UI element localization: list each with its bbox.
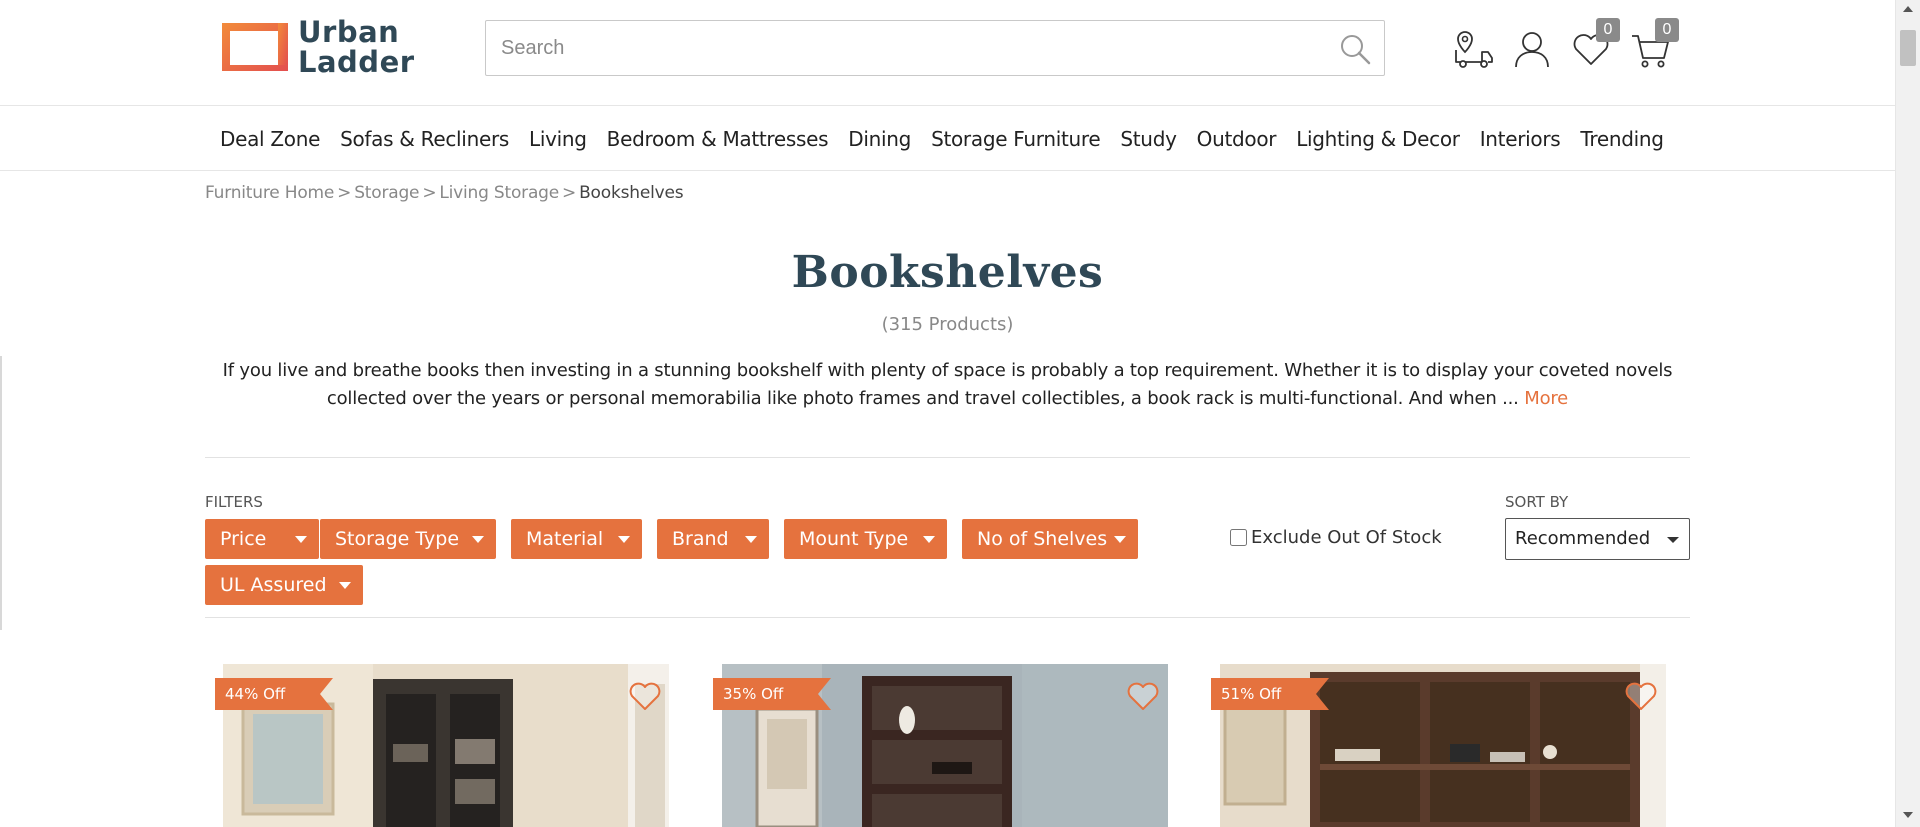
caret-down-icon bbox=[1114, 536, 1126, 543]
caret-down-icon bbox=[745, 536, 757, 543]
nav-item-deal-zone[interactable]: Deal Zone bbox=[220, 127, 320, 151]
wishlist-button[interactable]: 0 bbox=[1570, 18, 1620, 70]
breadcrumb-link-storage[interactable]: Storage bbox=[354, 183, 419, 203]
caret-down-icon bbox=[1667, 537, 1679, 543]
breadcrumb-separator: > bbox=[562, 183, 577, 203]
filter-mount-type[interactable]: Mount Type bbox=[784, 519, 947, 559]
filter-storage-type-label: Storage Type bbox=[335, 528, 460, 550]
search-icon[interactable] bbox=[1338, 32, 1372, 66]
nav-item-outdoor[interactable]: Outdoor bbox=[1197, 127, 1277, 151]
nav-list: Deal Zone Sofas & Recliners Living Bedro… bbox=[220, 107, 1684, 171]
filter-storage-type[interactable]: Storage Type bbox=[320, 519, 496, 559]
logo-text: Urban Ladder bbox=[298, 17, 415, 77]
cart-count-badge: 0 bbox=[1655, 18, 1679, 42]
caret-down-icon bbox=[339, 582, 351, 589]
exclude-out-of-stock-toggle[interactable]: Exclude Out Of Stock bbox=[1230, 527, 1442, 548]
nav-item-bedroom-mattresses[interactable]: Bedroom & Mattresses bbox=[607, 127, 829, 151]
cart-button[interactable]: 0 bbox=[1629, 18, 1679, 70]
breadcrumb-link-living-storage[interactable]: Living Storage bbox=[439, 183, 559, 203]
nav-item-trending[interactable]: Trending bbox=[1580, 127, 1664, 151]
nav-item-interiors[interactable]: Interiors bbox=[1480, 127, 1561, 151]
exclude-out-of-stock-checkbox[interactable] bbox=[1230, 529, 1247, 546]
discount-badge: 44% Off bbox=[215, 678, 335, 716]
nav-item-sofas-recliners[interactable]: Sofas & Recliners bbox=[340, 127, 509, 151]
discount-badge: 35% Off bbox=[713, 678, 833, 710]
filters-label: FILTERS bbox=[205, 493, 263, 511]
filter-brand-label: Brand bbox=[672, 528, 729, 550]
filter-price[interactable]: Price bbox=[205, 519, 319, 559]
discount-badge: 51% Off bbox=[1211, 678, 1331, 710]
caret-down-icon bbox=[618, 536, 630, 543]
page-title: Bookshelves bbox=[791, 247, 1104, 298]
sort-label: SORT BY bbox=[1505, 493, 1569, 511]
site-header: Urban Ladder 0 0 bbox=[0, 0, 1895, 106]
filter-material-label: Material bbox=[526, 528, 604, 550]
discount-label: 35% Off bbox=[723, 685, 784, 703]
filter-material[interactable]: Material bbox=[511, 519, 642, 559]
filter-no-of-shelves[interactable]: No of Shelves bbox=[962, 519, 1138, 559]
page-scrollbar[interactable] bbox=[1895, 0, 1920, 827]
urban-ladder-logo[interactable]: Urban Ladder bbox=[220, 17, 420, 77]
scroll-down-arrow-icon[interactable] bbox=[1903, 812, 1913, 818]
read-more-link[interactable]: More bbox=[1524, 388, 1568, 409]
wishlist-heart-icon[interactable] bbox=[1624, 680, 1658, 712]
filter-no-of-shelves-label: No of Shelves bbox=[977, 528, 1108, 550]
nav-item-lighting-decor[interactable]: Lighting & Decor bbox=[1296, 127, 1460, 151]
filter-mount-type-label: Mount Type bbox=[799, 528, 909, 550]
filter-brand[interactable]: Brand bbox=[657, 519, 769, 559]
filter-ul-assured-label: UL Assured bbox=[220, 574, 327, 596]
nav-item-storage-furniture[interactable]: Storage Furniture bbox=[931, 127, 1101, 151]
logo-line-2: Ladder bbox=[298, 45, 415, 79]
category-description: If you live and breathe books then inves… bbox=[215, 357, 1680, 413]
caret-down-icon bbox=[472, 536, 484, 543]
wishlist-count-badge: 0 bbox=[1596, 18, 1620, 42]
divider bbox=[205, 457, 1690, 458]
breadcrumb: Furniture Home > Storage > Living Storage > Bo… bbox=[205, 183, 684, 203]
product-count: (315 Products) bbox=[881, 314, 1014, 335]
sort-selected-value: Recommended bbox=[1515, 528, 1651, 549]
breadcrumb-link-furniture-home[interactable]: Furniture Home bbox=[205, 183, 334, 203]
caret-down-icon bbox=[923, 536, 935, 543]
search-box bbox=[485, 20, 1385, 76]
nav-item-dining[interactable]: Dining bbox=[848, 127, 911, 151]
logo-mark-icon bbox=[222, 23, 288, 71]
main-nav: Deal Zone Sofas & Recliners Living Bedro… bbox=[0, 107, 1895, 171]
logo-line-1: Urban bbox=[298, 15, 400, 49]
track-order-icon[interactable] bbox=[1452, 28, 1494, 70]
side-drawer-edge bbox=[0, 356, 2, 630]
breadcrumb-separator: > bbox=[337, 183, 352, 203]
breadcrumb-current: Bookshelves bbox=[579, 183, 684, 203]
scroll-up-arrow-icon[interactable] bbox=[1903, 6, 1913, 12]
divider bbox=[205, 617, 1690, 618]
breadcrumb-separator: > bbox=[422, 183, 437, 203]
search-input[interactable] bbox=[486, 21, 1326, 75]
filter-price-label: Price bbox=[220, 528, 267, 550]
wishlist-heart-icon[interactable] bbox=[628, 680, 662, 712]
discount-label: 44% Off bbox=[225, 685, 286, 703]
account-icon[interactable] bbox=[1511, 28, 1553, 70]
scrollbar-thumb[interactable] bbox=[1900, 30, 1916, 66]
filter-ul-assured[interactable]: UL Assured bbox=[205, 565, 363, 605]
wishlist-heart-icon[interactable] bbox=[1126, 680, 1160, 712]
discount-label: 51% Off bbox=[1221, 685, 1282, 703]
sort-select[interactable]: Recommended bbox=[1505, 518, 1690, 560]
nav-item-living[interactable]: Living bbox=[529, 127, 587, 151]
exclude-out-of-stock-label: Exclude Out Of Stock bbox=[1251, 527, 1442, 548]
description-text: If you live and breathe books then inves… bbox=[222, 360, 1673, 409]
nav-item-study[interactable]: Study bbox=[1120, 127, 1177, 151]
caret-down-icon bbox=[295, 536, 307, 543]
